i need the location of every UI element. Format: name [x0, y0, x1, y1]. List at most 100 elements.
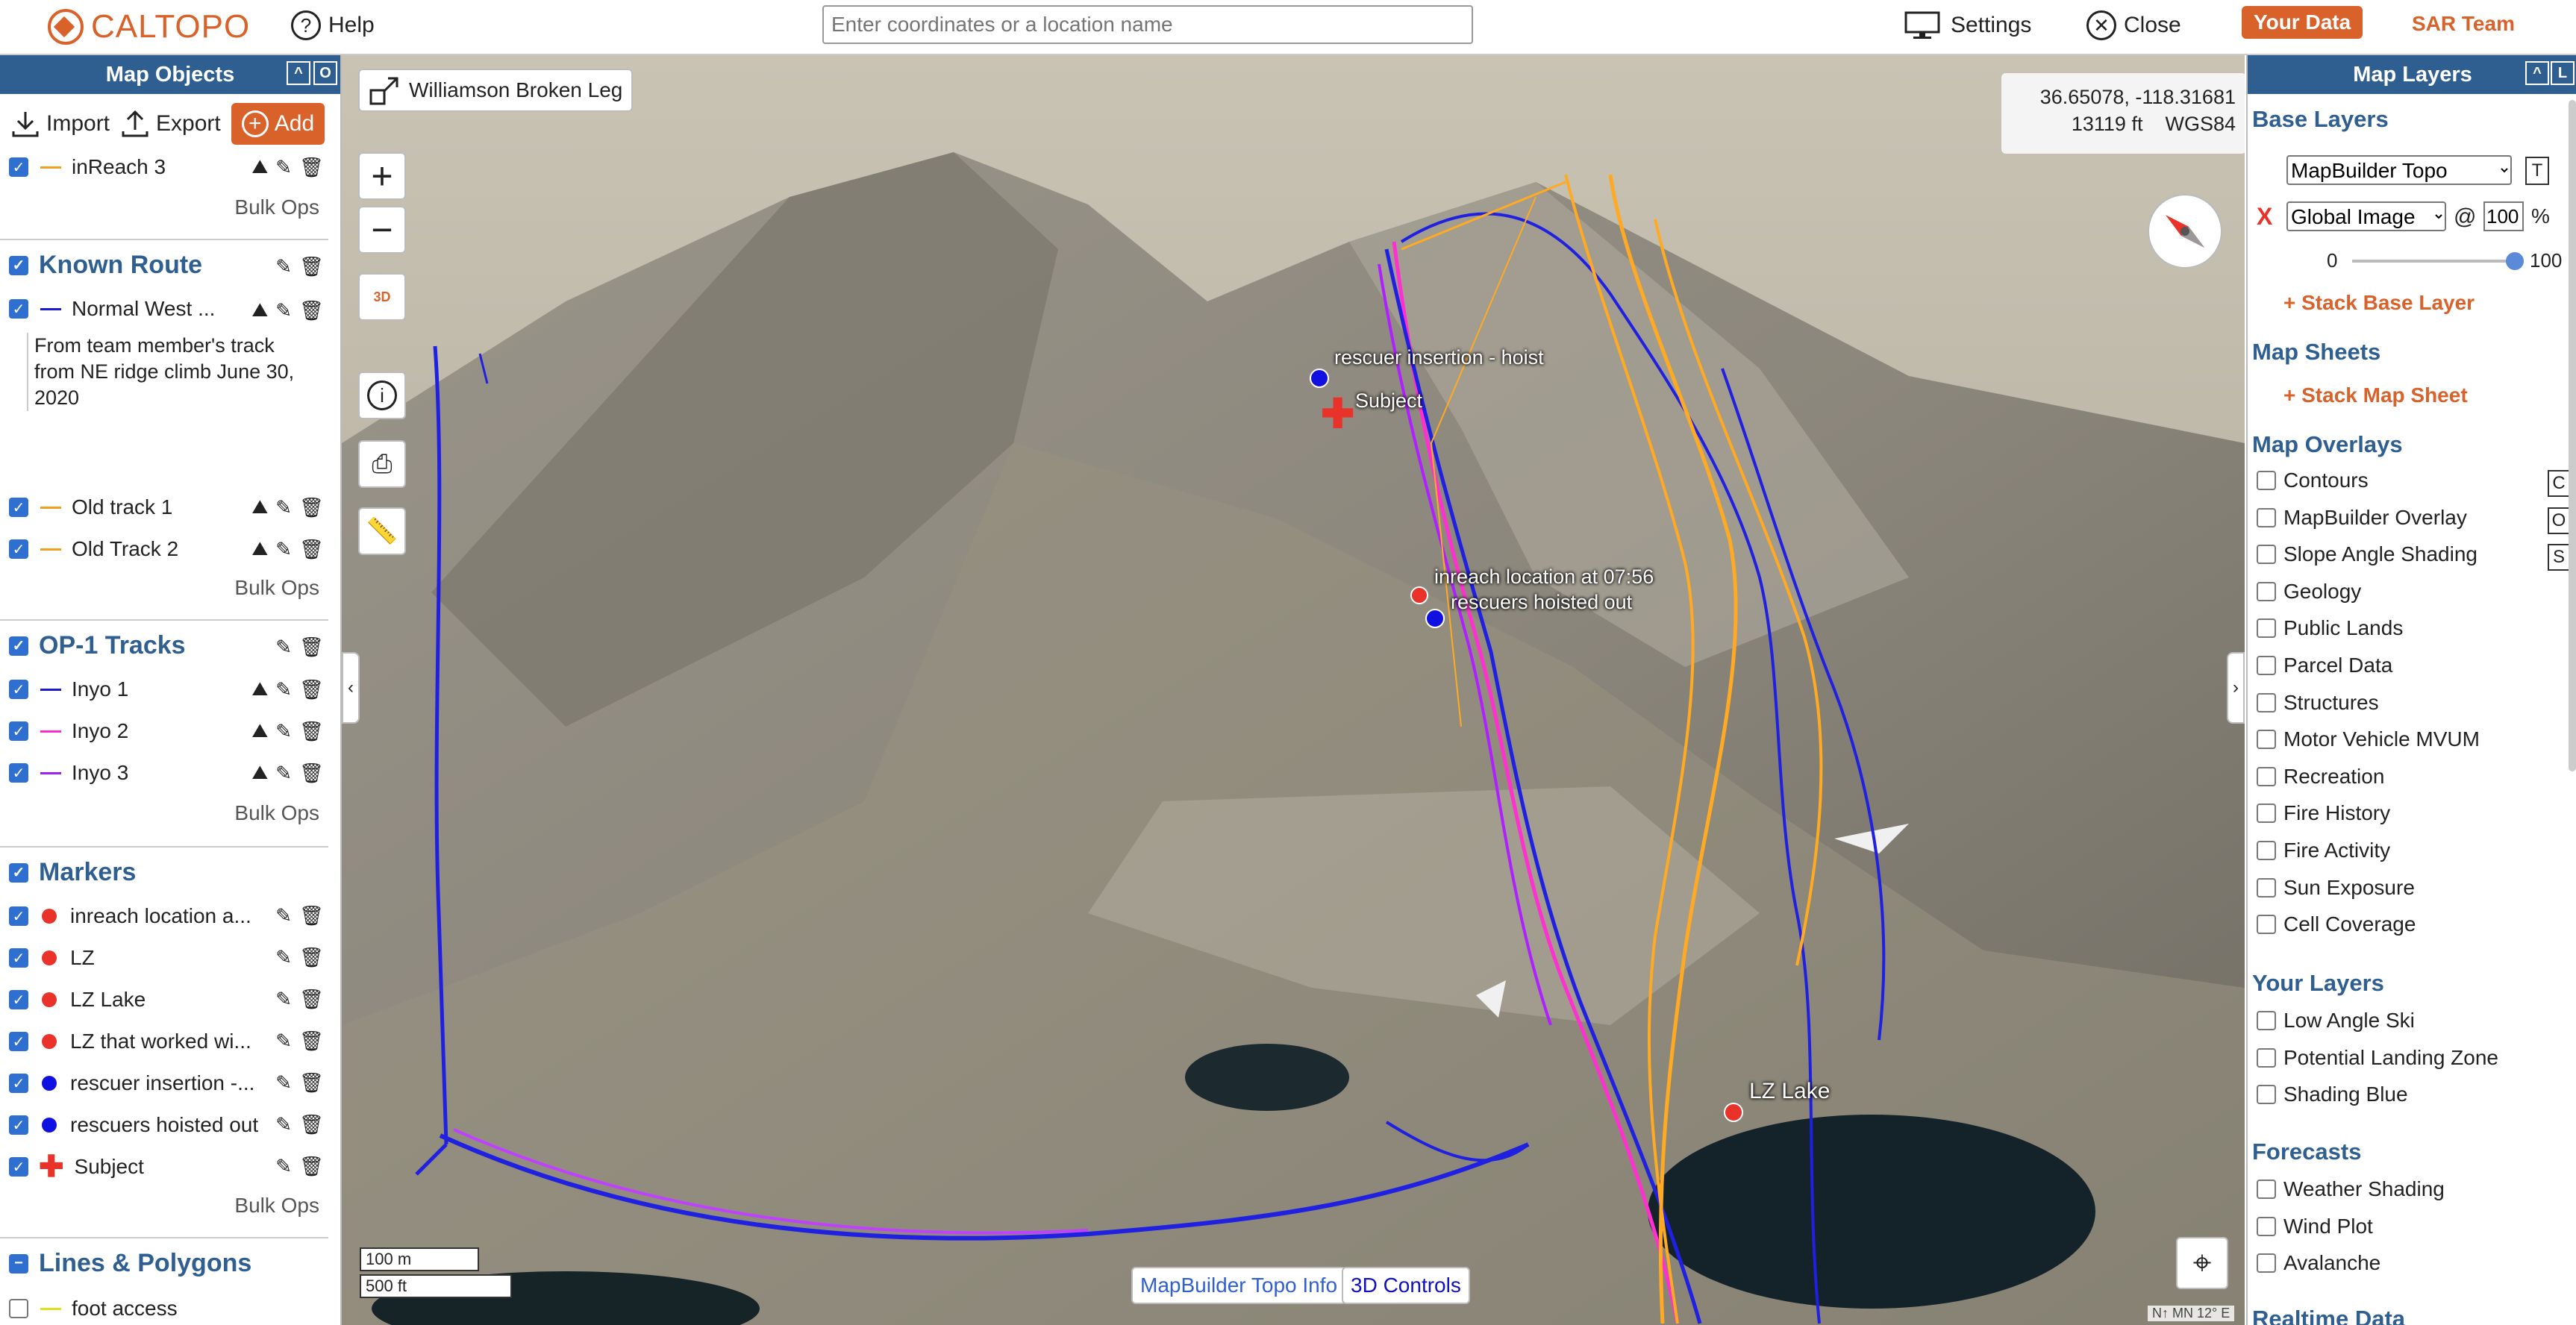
caltopo-logo[interactable]: CALTOPO — [48, 6, 250, 48]
bulk-ops-link[interactable]: Bulk Ops — [234, 801, 319, 825]
slider-thumb[interactable] — [2506, 252, 2524, 270]
layer-toggle[interactable]: Parcel Data — [2257, 654, 2392, 677]
sar-team-link[interactable]: SAR Team — [2412, 12, 2515, 36]
checkbox[interactable]: ✓ — [9, 157, 28, 177]
delete-icon[interactable]: 🗑 — [299, 988, 324, 1011]
checkbox[interactable]: − — [9, 1253, 28, 1274]
checkbox[interactable] — [2257, 1180, 2276, 1199]
rescuer-insertion-marker[interactable] — [1310, 369, 1329, 388]
layer-toggle[interactable]: Cell Coverage — [2257, 912, 2416, 936]
zoom-in-button[interactable]: + — [358, 152, 406, 200]
list-item[interactable]: ✓ Inyo 2 — [9, 716, 128, 746]
base-layer-key[interactable]: T — [2525, 157, 2549, 185]
layer-key[interactable]: O — [2548, 507, 2570, 534]
checkbox[interactable]: ✓ — [9, 1157, 28, 1177]
checkbox[interactable]: ✓ — [9, 1032, 28, 1051]
profile-icon[interactable]: ⛰ — [251, 298, 268, 322]
checkbox[interactable] — [2257, 1085, 2276, 1105]
edit-icon[interactable]: ✎ — [275, 538, 292, 561]
collapse-icon[interactable]: ^ — [2525, 61, 2549, 85]
list-item[interactable]: ✓ rescuers hoisted out — [9, 1110, 270, 1140]
checkbox[interactable] — [2257, 766, 2276, 786]
layer-toggle[interactable]: Recreation — [2257, 765, 2384, 789]
edit-icon[interactable]: ✎ — [275, 720, 292, 743]
help-button[interactable]: ? Help — [291, 10, 375, 40]
profile-icon[interactable]: ⛰ — [251, 495, 268, 519]
delete-icon[interactable]: 🗑 — [299, 255, 324, 278]
delete-icon[interactable]: 🗑 — [299, 946, 324, 969]
edit-icon[interactable]: ✎ — [275, 1113, 292, 1136]
3d-controls-button[interactable]: 3D Controls — [1342, 1267, 1470, 1304]
subject-marker-icon[interactable]: ✚ — [1321, 394, 1354, 434]
edit-icon[interactable]: ✎ — [275, 299, 292, 322]
opacity-input[interactable] — [2483, 201, 2524, 231]
layer-toggle[interactable]: Contours — [2257, 469, 2369, 492]
layer-key[interactable]: C — [2548, 470, 2570, 497]
edit-icon[interactable]: ✎ — [275, 255, 292, 278]
edit-icon[interactable]: ✎ — [275, 904, 292, 927]
edit-icon[interactable]: ✎ — [275, 1030, 292, 1053]
edit-icon[interactable]: ✎ — [275, 156, 292, 179]
layer-toggle[interactable]: Public Lands — [2257, 616, 2403, 640]
lz-lake-marker[interactable] — [1724, 1103, 1743, 1122]
checkbox[interactable] — [2257, 656, 2276, 675]
collapse-icon[interactable]: ^ — [287, 61, 310, 85]
layer-toggle[interactable]: Low Angle Ski — [2257, 1009, 2415, 1033]
terrain-3d-button[interactable]: 3D — [358, 273, 406, 321]
checkbox[interactable]: ✓ — [9, 539, 28, 559]
layer-toggle[interactable]: Geology — [2257, 580, 2361, 604]
list-item[interactable]: ✓ ✚ Subject — [9, 1152, 144, 1182]
search-input[interactable] — [822, 5, 1473, 44]
layer-toggle[interactable]: Weather Shading — [2257, 1177, 2445, 1201]
lock-icon[interactable]: L — [2551, 61, 2575, 85]
print-button[interactable]: ⎙ — [358, 440, 406, 488]
list-item[interactable]: ✓ LZ — [9, 943, 95, 973]
layer-toggle[interactable]: Motor Vehicle MVUM — [2257, 727, 2480, 751]
delete-icon[interactable]: 🗑 — [299, 496, 324, 519]
checkbox[interactable]: ✓ — [9, 763, 28, 783]
edit-icon[interactable]: ✎ — [275, 1071, 292, 1094]
profile-icon[interactable]: ⛰ — [251, 677, 268, 701]
checkbox[interactable] — [2257, 692, 2276, 712]
list-item[interactable]: ✓ inreach location a... — [9, 901, 270, 931]
checkbox[interactable]: ✓ — [9, 636, 28, 656]
list-item[interactable]: ✓ Old track 1 — [9, 492, 172, 522]
delete-icon[interactable]: 🗑 — [299, 1155, 324, 1178]
delete-icon[interactable]: 🗑 — [299, 678, 324, 701]
bulk-ops-link[interactable]: Bulk Ops — [234, 195, 319, 219]
list-item[interactable]: ✓ Inyo 3 — [9, 758, 128, 788]
layer-info-button[interactable]: MapBuilder Topo Info — [1131, 1267, 1347, 1304]
list-item[interactable]: foot access — [9, 1294, 178, 1324]
checkbox[interactable] — [2257, 545, 2276, 565]
locate-button[interactable]: ⌖ — [2176, 1237, 2228, 1289]
lines-polygons-header[interactable]: − Lines & Polygons — [9, 1249, 251, 1278]
layer-toggle[interactable]: Shading Blue — [2257, 1083, 2408, 1106]
export-button[interactable]: Export — [120, 109, 221, 139]
checkbox[interactable]: ✓ — [9, 948, 28, 968]
checkbox[interactable]: ✓ — [9, 721, 28, 741]
edit-icon[interactable]: ✎ — [275, 678, 292, 701]
profile-icon[interactable]: ⛰ — [251, 719, 268, 743]
map-title-button[interactable]: Williamson Broken Leg — [358, 69, 634, 112]
delete-icon[interactable]: 🗑 — [299, 1113, 324, 1136]
delete-icon[interactable]: 🗑 — [299, 904, 324, 927]
collapse-left-button[interactable]: ‹ — [342, 652, 360, 724]
list-item[interactable]: ✓ rescuer insertion -... — [9, 1068, 270, 1098]
layer-toggle[interactable]: Avalanche — [2257, 1251, 2380, 1275]
checkbox[interactable] — [2257, 1253, 2276, 1274]
global-imagery-select[interactable]: Global Image — [2286, 201, 2446, 231]
edit-icon[interactable]: ✎ — [275, 1155, 292, 1178]
layer-toggle[interactable]: Sun Exposure — [2257, 876, 2415, 900]
inreach-marker[interactable] — [1410, 586, 1428, 604]
checkbox[interactable] — [2257, 618, 2276, 639]
bulk-ops-link[interactable]: Bulk Ops — [234, 576, 319, 600]
markers-header[interactable]: ✓ Markers — [9, 858, 136, 887]
layer-toggle[interactable]: Fire Activity — [2257, 839, 2390, 862]
opacity-slider[interactable] — [2352, 252, 2524, 270]
edit-icon[interactable]: ✎ — [275, 496, 292, 519]
collapse-right-button[interactable]: › — [2227, 652, 2245, 724]
checkbox[interactable] — [2257, 1047, 2276, 1068]
info-button[interactable]: i — [358, 372, 406, 419]
checkbox[interactable] — [2257, 507, 2276, 527]
checkbox[interactable] — [2257, 915, 2276, 935]
